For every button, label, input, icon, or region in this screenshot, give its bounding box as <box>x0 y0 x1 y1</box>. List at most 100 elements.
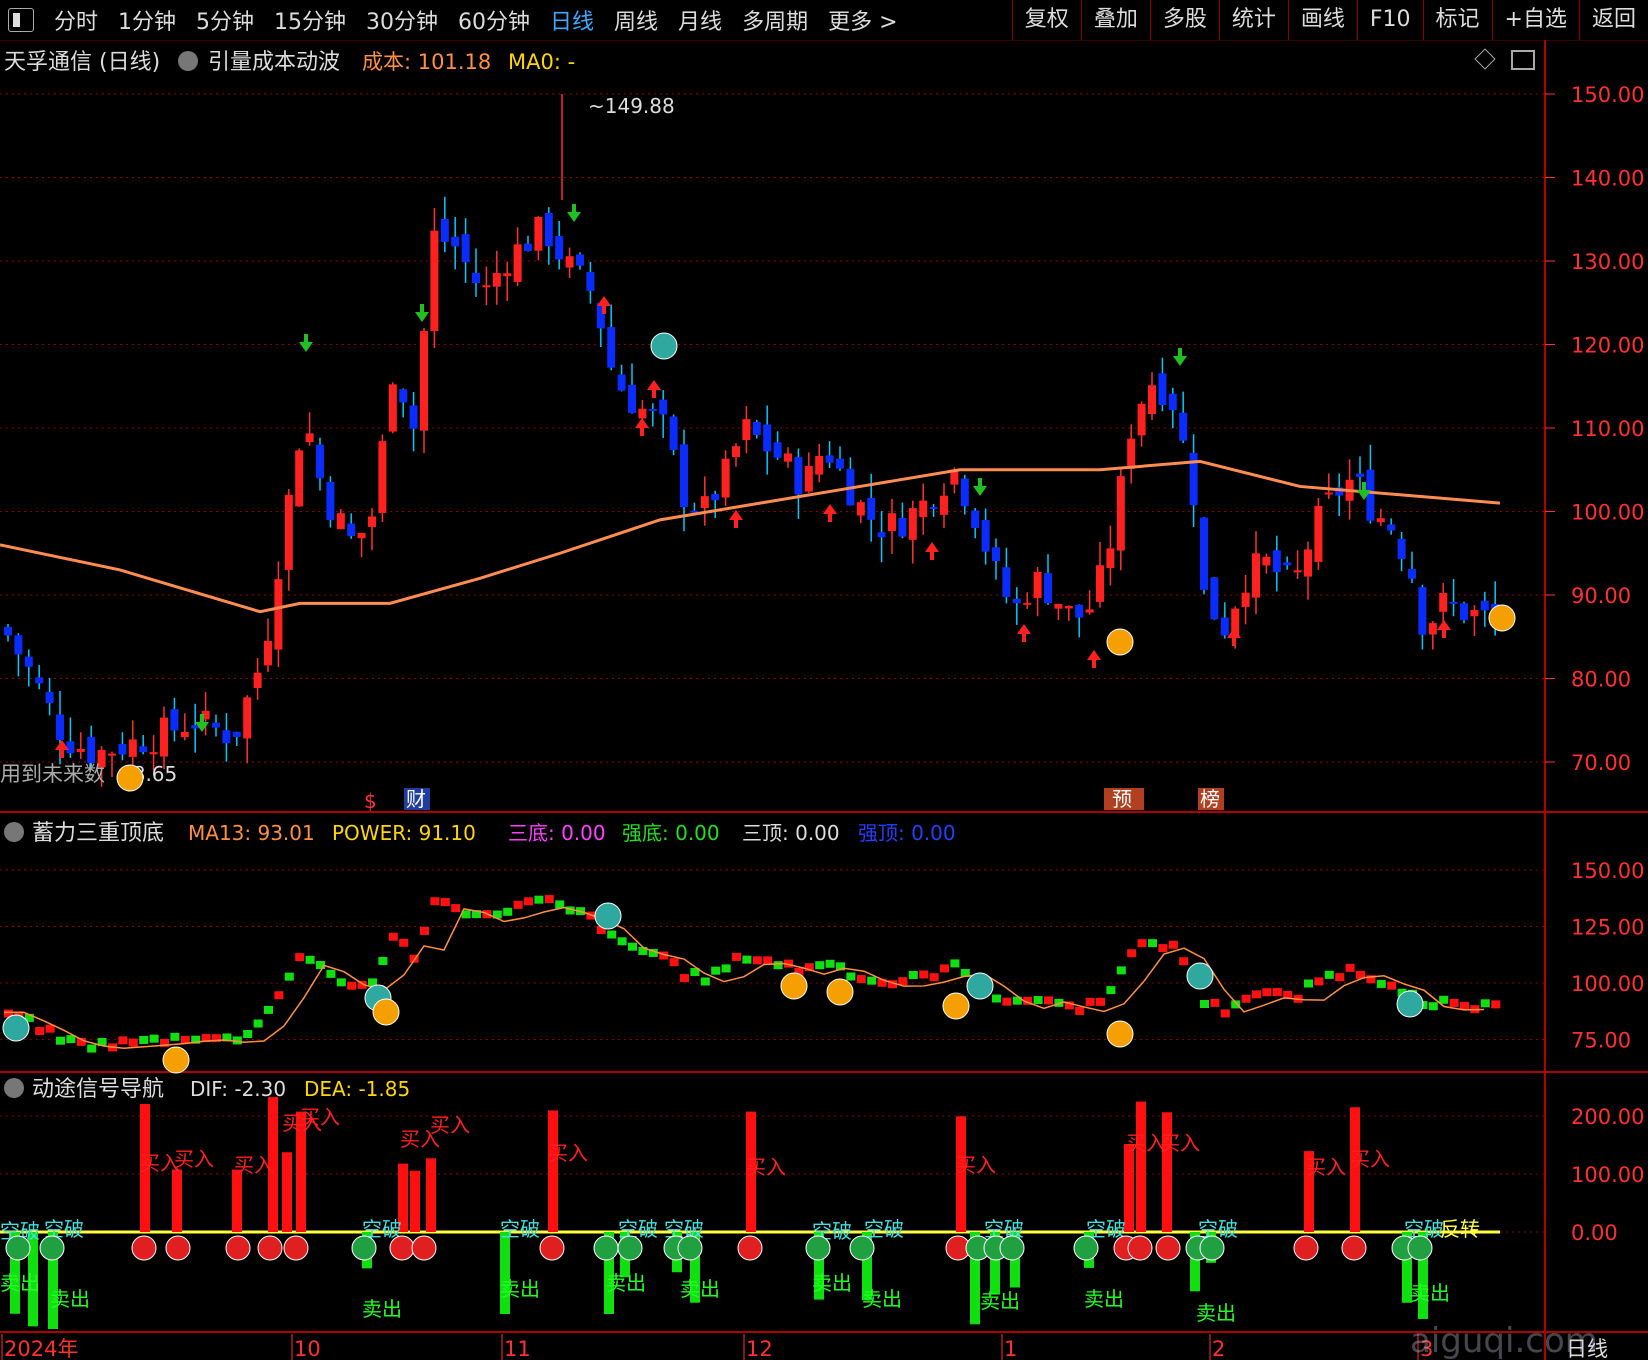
candle-body <box>35 677 44 684</box>
xiang-signal-icon <box>283 1235 309 1261</box>
power-bar <box>856 975 866 984</box>
sell-label: 卖出 <box>1410 1281 1450 1305</box>
power-bar <box>295 953 305 962</box>
xiang-signal-icon <box>1293 1235 1319 1261</box>
candle-body <box>1480 600 1489 611</box>
power-bar <box>326 969 336 978</box>
candle-body <box>524 243 532 251</box>
candle-body <box>440 219 449 242</box>
marker-rank: 榜 <box>1200 787 1220 811</box>
panel3-name: 动途信号导航 <box>32 1077 164 1102</box>
candle-body <box>1002 567 1011 598</box>
buy-label: 买入 <box>548 1141 588 1165</box>
candle-body <box>212 722 220 728</box>
power-bar <box>513 900 523 909</box>
candle-body <box>368 516 376 527</box>
fanzhuan-label: 反转 <box>1440 1217 1480 1241</box>
candle-body <box>971 510 980 528</box>
power-bar <box>430 897 440 906</box>
candle-body <box>1324 492 1333 495</box>
down-arrow-icon <box>567 204 581 222</box>
panel2-qiangdi: 强底: 0.00 <box>622 821 720 845</box>
x-axis-label: 2024年 <box>4 1337 78 1360</box>
power-bar <box>1168 940 1178 949</box>
power-bar <box>867 976 877 985</box>
candle-body <box>461 234 470 263</box>
dropdown-icon[interactable] <box>178 51 198 71</box>
high-price-label: ~149.88 <box>588 94 675 118</box>
candle-body <box>284 494 293 570</box>
candle-body <box>929 507 938 510</box>
bottom-signal-icon <box>826 978 854 1006</box>
power-bar <box>87 1044 97 1053</box>
dropdown-icon[interactable] <box>4 1078 24 1098</box>
candle-body <box>45 691 54 704</box>
candle-body <box>1210 577 1219 620</box>
candle-body <box>1470 610 1479 617</box>
candle-body <box>87 736 96 764</box>
power-bar <box>908 970 918 979</box>
candle-body <box>1241 592 1250 607</box>
power-bar <box>420 926 429 935</box>
candle-body <box>243 697 252 739</box>
candle-body <box>1127 438 1136 469</box>
panel2-ma13: MA13: 93.01 <box>188 821 315 845</box>
power-bar <box>1491 1000 1501 1009</box>
candle-body <box>388 384 397 432</box>
power-bar <box>607 930 617 939</box>
buy-label: 买入 <box>430 1113 470 1137</box>
power-bar <box>56 1036 65 1045</box>
power-bar <box>1158 944 1168 953</box>
buy-label: 买入 <box>746 1155 786 1179</box>
power-bar <box>1241 994 1251 1003</box>
candle-body <box>420 331 428 431</box>
kong-signal-icon <box>593 1235 619 1261</box>
candle-body <box>1366 469 1375 521</box>
power-bar <box>253 1019 263 1028</box>
y-tick-label-main: 100.00 <box>1571 501 1644 525</box>
candle-body <box>336 513 345 530</box>
candle-body <box>700 496 709 508</box>
future-data-note: 用到未来数 <box>0 762 105 786</box>
buy-label: 买入 <box>1306 1155 1346 1179</box>
candle-body <box>919 500 928 518</box>
power-bar <box>149 1034 159 1043</box>
ma13-line <box>4 906 1485 1049</box>
power-bar <box>1096 997 1105 1006</box>
power-bar <box>1262 988 1272 997</box>
power-bar <box>305 955 315 964</box>
candle-body <box>940 495 948 515</box>
dropdown-icon[interactable] <box>4 822 24 842</box>
power-bar <box>773 961 783 970</box>
sell-bar <box>500 1232 510 1314</box>
top-signal-icon <box>1396 990 1424 1018</box>
candle-body <box>815 455 824 475</box>
power-bar <box>1137 939 1147 948</box>
power-bar <box>35 1027 45 1036</box>
candle-body <box>14 635 23 655</box>
power-bar <box>347 981 357 990</box>
diamond-icon[interactable] <box>1474 48 1496 70</box>
candle-body <box>170 709 179 731</box>
power-bar <box>1314 977 1324 986</box>
power-bar <box>669 958 679 967</box>
power-bar <box>1335 973 1345 982</box>
power-bar <box>929 973 939 982</box>
candle-body <box>1408 568 1416 579</box>
power-bar <box>1179 957 1189 966</box>
power-bar <box>1376 979 1386 988</box>
power-bar <box>524 897 533 906</box>
power-bar <box>1044 996 1053 1005</box>
candle-body <box>742 419 751 441</box>
candle-body <box>472 272 480 284</box>
candle-body <box>1283 562 1292 566</box>
bottom-signal-icon <box>162 1046 190 1074</box>
candle-body <box>607 327 616 368</box>
candle-body <box>1064 606 1073 609</box>
power-bar <box>1480 999 1490 1008</box>
window-icon[interactable] <box>1511 50 1535 70</box>
candle-body <box>1439 592 1448 612</box>
candle-body <box>1304 549 1312 577</box>
kong-signal-icon <box>39 1235 65 1261</box>
power-bar <box>815 961 825 970</box>
